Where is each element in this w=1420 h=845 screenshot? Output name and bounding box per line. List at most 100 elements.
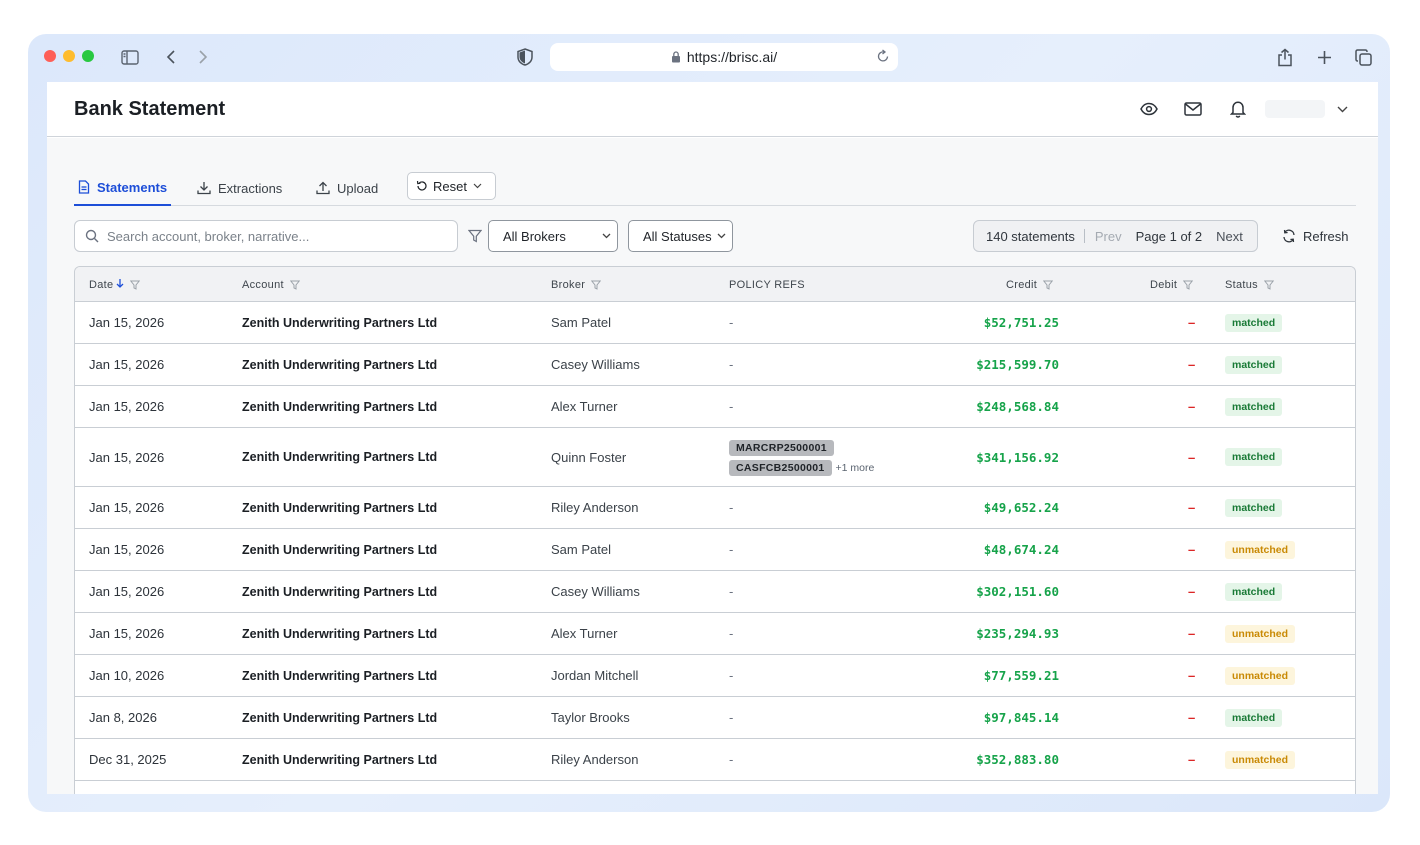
reset-button[interactable]: Reset — [407, 172, 496, 200]
next-page-button[interactable]: Next — [1216, 229, 1243, 244]
close-window-button[interactable] — [44, 50, 56, 62]
table-row[interactable]: Jan 8, 2026 Zenith Underwriting Partners … — [75, 697, 1355, 739]
date-cell: Jan 15, 2026 — [89, 315, 165, 330]
column-account[interactable]: Account — [242, 267, 300, 302]
more-refs-link[interactable]: +1 more — [836, 462, 875, 474]
date-cell: Jan 10, 2026 — [89, 668, 165, 683]
debit-cell: – — [1188, 626, 1196, 641]
mail-icon[interactable] — [1182, 98, 1204, 120]
divider — [1083, 229, 1085, 243]
credit-cell: $48,674.24 — [983, 542, 1059, 557]
new-tab-icon[interactable] — [1313, 46, 1335, 68]
shield-icon[interactable] — [514, 46, 536, 68]
reload-icon[interactable] — [877, 49, 890, 66]
column-credit[interactable]: Credit — [1006, 267, 1054, 302]
date-cell: Jan 15, 2026 — [89, 449, 165, 465]
status-filter-select[interactable]: All Statuses — [628, 220, 733, 252]
policy-ref-chip[interactable]: CASFCB2500001 — [729, 459, 832, 476]
debit-cell: – — [1188, 710, 1196, 725]
column-status[interactable]: Status — [1225, 267, 1274, 302]
status-cell: matched — [1225, 571, 1283, 612]
column-broker[interactable]: Broker — [551, 267, 602, 302]
chevron-down-icon[interactable] — [1334, 98, 1350, 120]
debit-cell: – — [1188, 752, 1196, 767]
search-box[interactable] — [74, 220, 458, 252]
minimize-window-button[interactable] — [63, 50, 75, 62]
account-cell: Zenith Underwriting Partners Ltd — [242, 752, 438, 767]
statements-table: Date Account Broker POLICY REFS Credit D… — [74, 266, 1356, 794]
policy-ref-chip[interactable]: MARCRP2500001 — [729, 439, 834, 456]
credit-cell: $215,599.70 — [976, 357, 1059, 372]
eye-icon[interactable] — [1138, 98, 1160, 120]
date-cell: Jan 15, 2026 — [89, 357, 165, 372]
table-row[interactable]: Jan 15, 2026 Zenith Underwriting Partners… — [75, 302, 1355, 344]
account-cell: Zenith Underwriting Partners Ltd — [242, 542, 438, 557]
filter-icon[interactable] — [591, 280, 602, 290]
credit-cell: $352,883.80 — [976, 752, 1059, 767]
policy-cell: - — [729, 739, 733, 780]
tabs-icon[interactable] — [1352, 46, 1374, 68]
table-body: Jan 15, 2026 Zenith Underwriting Partners… — [75, 302, 1355, 794]
date-cell: Jan 15, 2026 — [89, 399, 165, 414]
main-content: Statements Extractions Upload Reset Sear… — [47, 138, 1378, 794]
filter-icon[interactable] — [1183, 280, 1194, 290]
user-menu[interactable] — [1265, 100, 1325, 118]
policy-cell: - — [729, 487, 733, 528]
zoom-window-button[interactable] — [82, 50, 94, 62]
status-badge: matched — [1225, 355, 1283, 374]
policy-cell: - — [729, 344, 733, 385]
filter-icon[interactable] — [466, 227, 484, 245]
broker-cell: Jordan Mitchell — [551, 668, 639, 683]
credit-cell: $52,751.25 — [983, 315, 1059, 330]
status-cell: unmatched — [1225, 739, 1296, 780]
account-cell: Zenith Underwriting Partners Ltd — [242, 450, 438, 464]
filter-icon[interactable] — [1264, 280, 1274, 290]
filter-icon[interactable] — [1043, 280, 1054, 290]
search-input[interactable] — [107, 228, 447, 244]
date-cell: Jan 15, 2026 — [89, 542, 165, 557]
column-date[interactable]: Date — [89, 267, 141, 302]
policy-refs-empty: - — [729, 399, 734, 414]
prev-page-button[interactable]: Prev — [1095, 229, 1122, 244]
address-bar[interactable]: https://brisc.ai/ — [550, 43, 898, 71]
filter-icon[interactable] — [289, 280, 300, 290]
broker-cell: Casey Williams — [551, 584, 640, 599]
table-row[interactable]: Jan 10, 2026 Zenith Underwriting Partners… — [75, 655, 1355, 697]
share-icon[interactable] — [1274, 46, 1296, 68]
lock-icon — [671, 51, 681, 63]
tab-upload[interactable]: Upload — [316, 170, 378, 206]
refresh-button[interactable]: Refresh — [1282, 220, 1349, 252]
column-debit[interactable]: Debit — [1150, 267, 1194, 302]
table-header: Date Account Broker POLICY REFS Credit D… — [75, 267, 1355, 302]
table-row[interactable]: Jan 15, 2026 Zenith Underwriting Partners… — [75, 386, 1355, 428]
policy-refs-empty: - — [729, 500, 734, 515]
table-row[interactable]: Jan 15, 2026 Zenith Underwriting Partners… — [75, 529, 1355, 571]
status-cell: matched — [1225, 344, 1283, 385]
forward-icon[interactable] — [192, 46, 214, 68]
url-text: https://brisc.ai/ — [686, 49, 778, 65]
bell-icon[interactable] — [1227, 98, 1249, 120]
credit-cell: $97,845.14 — [983, 710, 1059, 725]
table-row[interactable]: Jan 15, 2026 Zenith Underwriting Partners… — [75, 571, 1355, 613]
tab-extractions[interactable]: Extractions — [197, 170, 282, 206]
policy-refs-empty: - — [729, 710, 734, 725]
table-row[interactable]: Jan 15, 2026 Zenith Underwriting Partners… — [75, 613, 1355, 655]
debit-cell: – — [1188, 584, 1196, 599]
debit-cell: – — [1188, 542, 1196, 557]
filter-icon[interactable] — [130, 280, 141, 290]
date-cell: Jan 15, 2026 — [89, 584, 165, 599]
table-row[interactable]: Dec 31, 2025 Zenith Underwriting Partners… — [75, 739, 1355, 781]
broker-filter-select[interactable]: All Brokers — [488, 220, 618, 252]
table-row[interactable]: Jan 15, 2026 Zenith Underwriting Partners… — [75, 487, 1355, 529]
status-cell: matched — [1225, 697, 1283, 738]
broker-cell: Taylor Brooks — [551, 710, 630, 725]
tab-statements[interactable]: Statements — [74, 170, 172, 206]
sidebar-icon[interactable] — [119, 46, 141, 68]
chevron-down-icon — [473, 183, 482, 189]
table-row[interactable]: Jan 15, 2026 Zenith Underwriting Partners… — [75, 344, 1355, 386]
table-row[interactable]: Jan 15, 2026 Zenith Underwriting Partners… — [75, 428, 1355, 487]
date-cell: Dec 31, 2025 — [89, 752, 167, 767]
broker-cell: Riley Anderson — [551, 752, 639, 767]
back-icon[interactable] — [160, 46, 182, 68]
app-window: Bank Statement Statements Extractions Up… — [47, 82, 1378, 794]
